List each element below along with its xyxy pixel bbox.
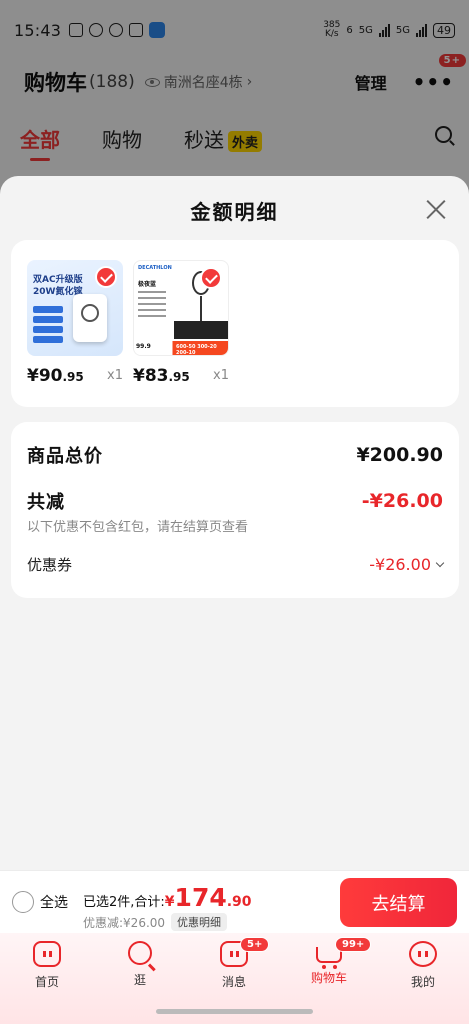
product-image-text: 极夜蓝 xyxy=(138,281,157,288)
checkout-bar: 全选 已选2件,合计: ¥174.90 优惠减:¥26.00 优惠明细 去结算 xyxy=(0,870,469,933)
product-quantity: x1 xyxy=(107,368,123,383)
summary-card: 商品总价 ¥200.90 共减 -¥26.00 以下优惠不包含红包，请在结算页查… xyxy=(11,422,459,598)
discount-label: 共减 xyxy=(27,492,65,513)
amount-detail-sheet: 金额明细 双AC升级版 20W氮化镓 ¥90.95 x1 DECATHLON 极… xyxy=(0,176,469,870)
product-quantity: x1 xyxy=(213,368,229,383)
profile-icon xyxy=(409,941,437,967)
discount-row: 共减 -¥26.00 xyxy=(27,488,443,514)
browse-icon xyxy=(128,941,152,965)
checkmark-icon xyxy=(95,266,117,288)
chevron-down-icon xyxy=(435,558,445,567)
product-item[interactable]: 双AC升级版 20W氮化镓 ¥90.95 x1 xyxy=(27,260,147,386)
tabbar-label: 购物车 xyxy=(310,971,347,985)
tabbar-label: 逛 xyxy=(133,973,146,987)
tabbar-item-browse[interactable]: 逛 xyxy=(100,941,180,988)
brand-logo: DECATHLON xyxy=(138,265,172,271)
select-all-label[interactable]: 全选 xyxy=(40,892,68,912)
home-indicator[interactable] xyxy=(156,1009,313,1014)
tabbar-item-cart[interactable]: 99+ 购物车 xyxy=(289,937,372,986)
cart-badge: 99+ xyxy=(335,937,372,952)
select-all-checkbox[interactable] xyxy=(12,891,34,913)
checkmark-icon xyxy=(200,267,222,289)
product-image: 双AC升级版 20W氮化镓 xyxy=(27,260,123,356)
tabbar-label: 首页 xyxy=(34,975,59,989)
selected-text: 已选2件,合计: xyxy=(83,895,165,910)
selected-summary: 已选2件,合计: ¥174.90 xyxy=(83,883,252,912)
coupon-value-wrap: -¥26.00 xyxy=(369,555,445,574)
close-icon[interactable] xyxy=(425,198,447,220)
tabbar-item-profile[interactable]: 我的 xyxy=(383,941,463,990)
tabbar-label: 我的 xyxy=(410,975,435,989)
discount-summary: 优惠减:¥26.00 优惠明细 xyxy=(83,913,228,931)
message-badge: 5+ xyxy=(240,937,270,952)
home-icon xyxy=(33,941,61,967)
product-price: ¥90.95 xyxy=(27,366,84,386)
total-row: 商品总价 ¥200.90 xyxy=(27,442,443,468)
product-image: DECATHLON 极夜蓝 99.9 600-50 300-20 200-10 xyxy=(133,260,229,356)
checkout-button[interactable]: 去结算 xyxy=(340,878,457,927)
total-amount: ¥174.90 xyxy=(164,883,252,912)
product-item[interactable]: DECATHLON 极夜蓝 99.9 600-50 300-20 200-10 … xyxy=(133,260,253,386)
coupon-row[interactable]: 优惠券 -¥26.00 xyxy=(27,554,445,575)
products-card: 双AC升级版 20W氮化镓 ¥90.95 x1 DECATHLON 极夜蓝 99… xyxy=(11,240,459,407)
total-value: ¥200.90 xyxy=(356,444,443,466)
tabbar-label: 消息 xyxy=(221,975,246,989)
coupon-value: -¥26.00 xyxy=(369,555,431,574)
product-price: ¥83.95 xyxy=(133,366,190,386)
overlay-mask[interactable] xyxy=(0,0,469,200)
discount-text: 优惠减:¥26.00 xyxy=(83,915,166,930)
discount-value: -¥26.00 xyxy=(361,490,443,512)
tabbar-item-home[interactable]: 首页 xyxy=(7,941,87,990)
total-label: 商品总价 xyxy=(27,446,103,467)
plug-illustration xyxy=(73,294,107,342)
discount-note: 以下优惠不包含红包，请在结算页查看 xyxy=(27,520,249,535)
coupon-label: 优惠券 xyxy=(27,556,73,574)
sheet-title: 金额明细 xyxy=(190,200,279,224)
tabbar-item-messages[interactable]: 5+ 消息 xyxy=(194,937,274,990)
discount-detail-button[interactable]: 优惠明细 xyxy=(171,913,228,931)
promo-strip: 99.9 600-50 300-20 200-10 xyxy=(134,341,228,355)
